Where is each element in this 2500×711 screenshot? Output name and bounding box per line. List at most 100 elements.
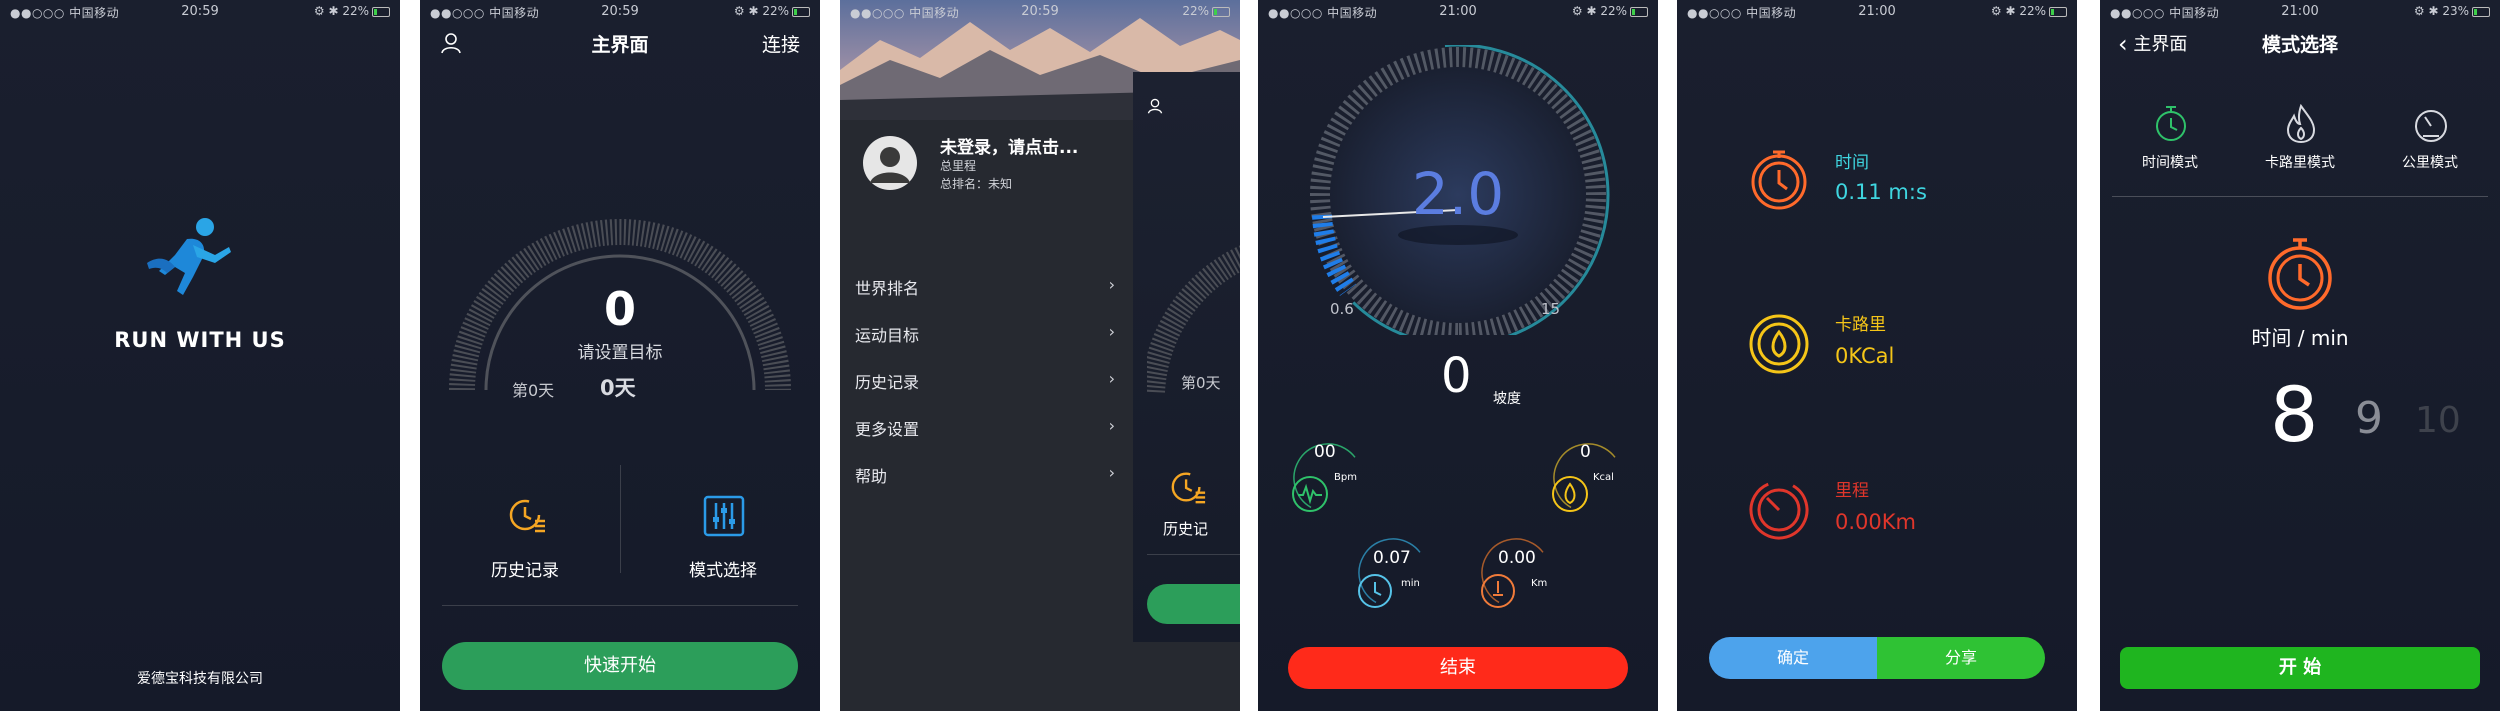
dashboard-screen: ●●○○○ 中国移动 21:00 ⚙ ✱ 22% 2.0 0.6 15 0 坡度…	[1258, 0, 1658, 711]
company-name: 爱德宝科技有限公司	[137, 671, 263, 687]
start-button[interactable]: 开 始	[2120, 647, 2480, 689]
day-value: 0天	[600, 376, 636, 400]
battery-icon	[2049, 6, 2067, 17]
menu-label: 帮助	[855, 467, 888, 486]
day-label: 第0天	[1181, 374, 1221, 392]
battery-icon	[1212, 6, 1230, 17]
distance-icon	[1749, 480, 1809, 540]
divider	[442, 605, 798, 606]
history-button[interactable]: 历史记录	[470, 490, 580, 585]
picker-value-selected[interactable]: 8	[2270, 370, 2318, 459]
selected-mode-label: 时间 / min	[2251, 326, 2349, 350]
tab-km-mode[interactable]: 公里模式	[2380, 100, 2480, 180]
divider	[1147, 554, 1240, 555]
battery-icon	[792, 6, 810, 17]
time-unit: min	[1401, 578, 1420, 589]
distance-value: 0.00Km	[1835, 510, 1916, 534]
speed-min-label: 0.6	[1330, 300, 1354, 318]
timer-icon	[1358, 538, 1428, 608]
menu-item-history[interactable]: 历史记录 ›	[855, 369, 1115, 393]
main-screen-peek[interactable]: 第0天 历史记	[1133, 72, 1240, 642]
status-icons: ⚙ ✱ 22%	[733, 4, 789, 18]
chevron-right-icon: ›	[1108, 322, 1115, 341]
status-icons: ⚙ ✱ 22%	[1990, 4, 2046, 18]
tab-label: 公里模式	[2402, 155, 2458, 171]
battery-icon	[2472, 6, 2490, 17]
mode-select-screen: ●●○○○ 中国移动 21:00 ⚙ ✱ 23% ‹ 主界面 模式选择 时间模式…	[2100, 0, 2500, 711]
kcal-value: 0	[1580, 442, 1591, 462]
day-label: 第0天	[512, 381, 555, 400]
divider	[620, 465, 621, 573]
history-label: 历史记	[1163, 520, 1209, 538]
status-bar: ●●○○○ 中国移动 20:59 ⚙ ✱ 22%	[0, 0, 400, 22]
flame-icon	[2286, 104, 2316, 144]
connect-button[interactable]: 连接	[762, 30, 800, 57]
speed-value: 2.0	[1411, 160, 1505, 228]
summary-screen: ●●○○○ 中国移动 21:00 ⚙ ✱ 22% 时间 0.11 m:s 卡路里…	[1677, 0, 2077, 711]
menu-item-world-rank[interactable]: 世界排名 ›	[855, 275, 1115, 299]
timer-icon	[1751, 150, 1807, 210]
share-button[interactable]: 分享	[1877, 637, 2045, 679]
distance-label: 里程	[1835, 481, 1869, 501]
chevron-right-icon: ›	[1108, 275, 1115, 294]
home-screen: ●●○○○ 中国移动 20:59 ⚙ ✱ 22% 主界面 连接 0 请设置目标 …	[420, 0, 820, 711]
history-label: 历史记录	[491, 561, 559, 581]
page-title: 主界面	[591, 34, 649, 56]
time-value: 0.11 m:s	[1835, 180, 1927, 204]
tab-label: 时间模式	[2142, 155, 2198, 171]
status-bar: ●●○○○ 中国移动 20:59 22%	[840, 0, 1240, 22]
bpm-value: 00	[1314, 442, 1336, 462]
history-icon	[509, 499, 545, 533]
menu-item-sport-goal[interactable]: 运动目标 ›	[855, 322, 1115, 346]
menu-item-help[interactable]: 帮助 ›	[855, 463, 1115, 487]
login-prompt[interactable]: 未登录，请点击...	[940, 133, 1078, 158]
total-rank: 总排名：未知	[940, 177, 1013, 191]
chevron-right-icon: ›	[1108, 416, 1115, 435]
page-title: 模式选择	[2261, 34, 2338, 56]
status-icons: ⚙ ✱ 22%	[1571, 4, 1627, 18]
tab-label: 卡路里模式	[2265, 155, 2335, 171]
chevron-right-icon: ›	[1108, 463, 1115, 482]
picker-value-next2[interactable]: 10	[2415, 400, 2461, 441]
menu-label: 更多设置	[855, 420, 920, 439]
tab-calorie-mode[interactable]: 卡路里模式	[2250, 100, 2350, 180]
status-bar: ●●○○○ 中国移动 21:00 ⚙ ✱ 22%	[1258, 0, 1658, 22]
status-icons: ⚙ ✱ 22%	[313, 4, 369, 18]
km-unit: Km	[1531, 578, 1548, 589]
avatar[interactable]	[862, 135, 918, 191]
bpm-unit: Bpm	[1334, 472, 1357, 483]
status-bar: ●●○○○ 中国移动 21:00 ⚙ ✱ 22%	[1677, 0, 2077, 22]
user-icon	[1147, 98, 1163, 114]
kcal-unit: Kcal	[1593, 472, 1614, 483]
picker-value-next[interactable]: 9	[2355, 393, 2383, 444]
divider	[2112, 196, 2488, 197]
quick-start-button[interactable]: 快速开始	[442, 642, 798, 690]
clock: 20:59	[1021, 4, 1059, 19]
app-name: RUN WITH US	[114, 328, 286, 352]
calorie-label: 卡路里	[1835, 315, 1886, 335]
incline-label: 坡度	[1493, 391, 1521, 407]
confirm-button[interactable]: 确定	[1709, 637, 1877, 679]
incline-value: 0	[1441, 348, 1472, 404]
history-icon	[1171, 472, 1206, 504]
menu-item-more-settings[interactable]: 更多设置 ›	[855, 416, 1115, 440]
km-value: 0.00	[1498, 548, 1536, 568]
splash-screen: ●●○○○ 中国移动 20:59 ⚙ ✱ 22% RUN WITH US 爱德宝…	[0, 0, 400, 711]
drawer-screen: ●●○○○ 中国移动 20:59 22% 未登录，请点击... 总里程 总排名：…	[840, 0, 1240, 711]
menu-label: 运动目标	[855, 326, 920, 345]
battery-icon	[1630, 6, 1648, 17]
tab-time-mode[interactable]: 时间模式	[2120, 100, 2220, 180]
end-button[interactable]: 结束	[1288, 647, 1628, 689]
status-icons: 22%	[1182, 4, 1209, 18]
menu-label: 历史记录	[855, 373, 920, 392]
mode-label: 模式选择	[689, 561, 757, 581]
speed-max-label: 15	[1541, 300, 1561, 318]
total-mileage: 总里程	[940, 159, 977, 173]
chevron-right-icon: ›	[1108, 369, 1115, 388]
speedometer-icon	[2415, 110, 2447, 142]
mode-button[interactable]: 模式选择	[658, 490, 788, 585]
status-bar: ●●○○○ 中国移动 20:59 ⚙ ✱ 22%	[420, 0, 820, 22]
battery-icon	[372, 6, 390, 17]
goal-value: 0	[603, 282, 636, 336]
goal-hint[interactable]: 请设置目标	[420, 338, 820, 363]
